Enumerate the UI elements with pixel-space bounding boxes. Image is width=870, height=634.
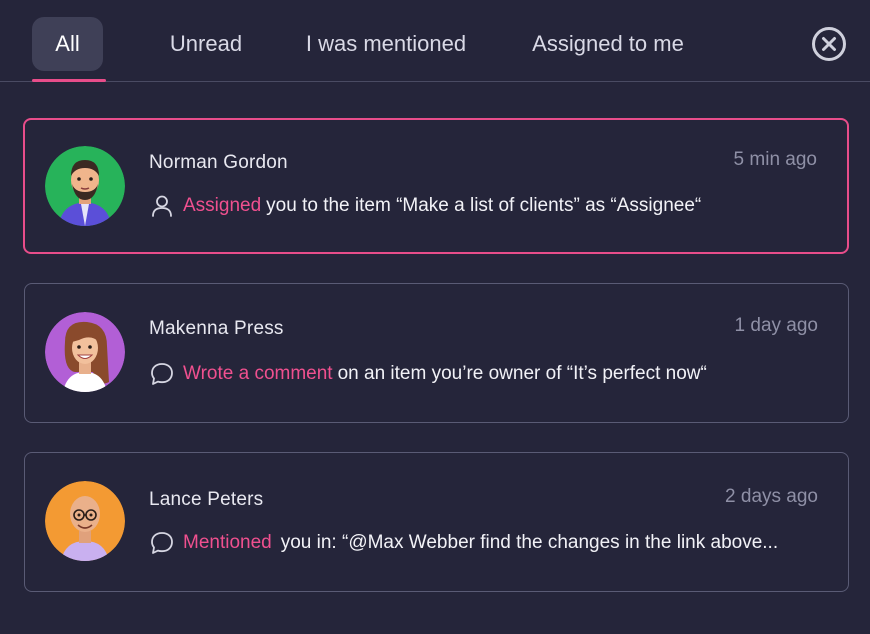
- message-text: you in: “@Max Webber find the changes in…: [280, 532, 779, 553]
- notifications-panel: All Unread I was mentioned Assigned to m…: [0, 0, 870, 634]
- user-icon: [149, 193, 175, 219]
- message-text: you to the item “Make a list of clients”…: [266, 195, 702, 216]
- notification-card[interactable]: Lance Peters 2 days ago Mentioned you in…: [24, 452, 849, 592]
- message-text: on an item you’re owner of “It’s perfect…: [337, 363, 707, 384]
- timestamp: 1 day ago: [734, 315, 818, 336]
- comment-icon: [149, 530, 175, 556]
- action-link[interactable]: Assigned: [183, 195, 261, 217]
- notification-message: Wrote a comment on an item you’re owner …: [149, 361, 707, 387]
- notification-card[interactable]: Norman Gordon 5 min ago Assigned you to …: [23, 118, 849, 254]
- timestamp: 2 days ago: [725, 486, 818, 507]
- action-link[interactable]: Wrote a comment: [183, 363, 333, 385]
- sender-name: Makenna Press: [149, 318, 284, 339]
- timestamp: 5 min ago: [733, 149, 817, 170]
- tab-assigned-to-me[interactable]: Assigned to me: [522, 17, 694, 71]
- tab-all[interactable]: All: [32, 17, 103, 71]
- notification-message: Assigned you to the item “Make a list of…: [149, 193, 701, 219]
- action-link[interactable]: Mentioned: [183, 532, 272, 554]
- close-button[interactable]: [811, 26, 847, 62]
- comment-icon: [149, 361, 175, 387]
- active-tab-indicator: [32, 79, 106, 82]
- notification-card[interactable]: Makenna Press 1 day ago Wrote a comment …: [24, 283, 849, 423]
- close-circle-icon: [812, 27, 846, 61]
- tab-i-was-mentioned[interactable]: I was mentioned: [296, 17, 476, 71]
- sender-name: Norman Gordon: [149, 152, 288, 173]
- notification-message: Mentioned you in: “@Max Webber find the …: [149, 530, 778, 556]
- avatar: [45, 312, 125, 392]
- avatar: [45, 481, 125, 561]
- tab-unread[interactable]: Unread: [160, 17, 252, 71]
- sender-name: Lance Peters: [149, 489, 264, 510]
- avatar: [45, 146, 125, 226]
- tab-bar: All Unread I was mentioned Assigned to m…: [0, 0, 870, 82]
